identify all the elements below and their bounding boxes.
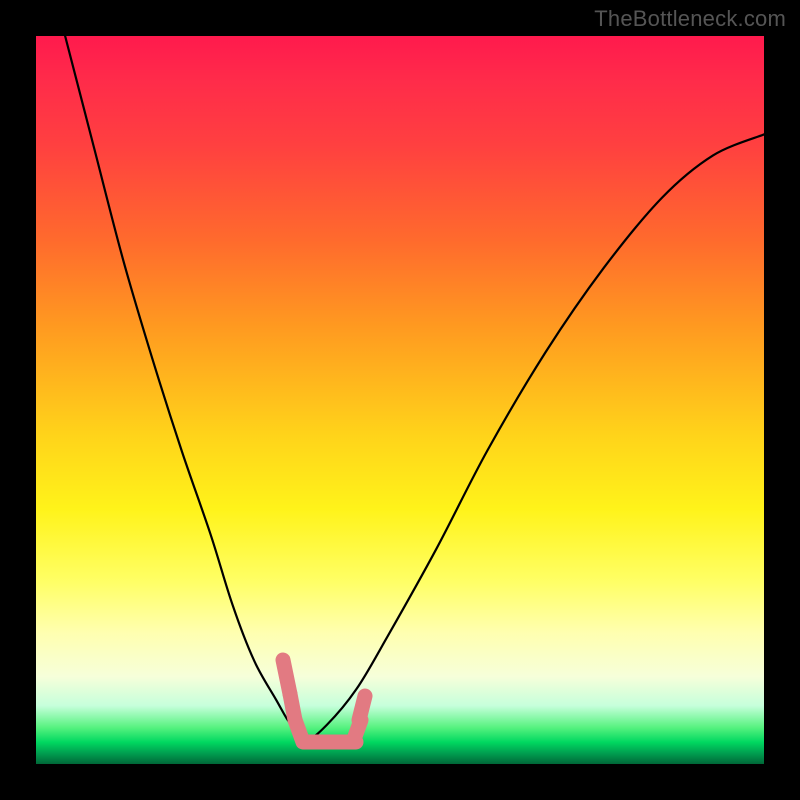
marker-layer [283,660,365,742]
curve-layer [36,36,764,764]
bottleneck-curve [65,36,764,739]
watermark-text: TheBottleneck.com [594,6,786,32]
plot-area [36,36,764,764]
trough-marker-segment [359,696,365,720]
chart-frame: TheBottleneck.com [0,0,800,800]
